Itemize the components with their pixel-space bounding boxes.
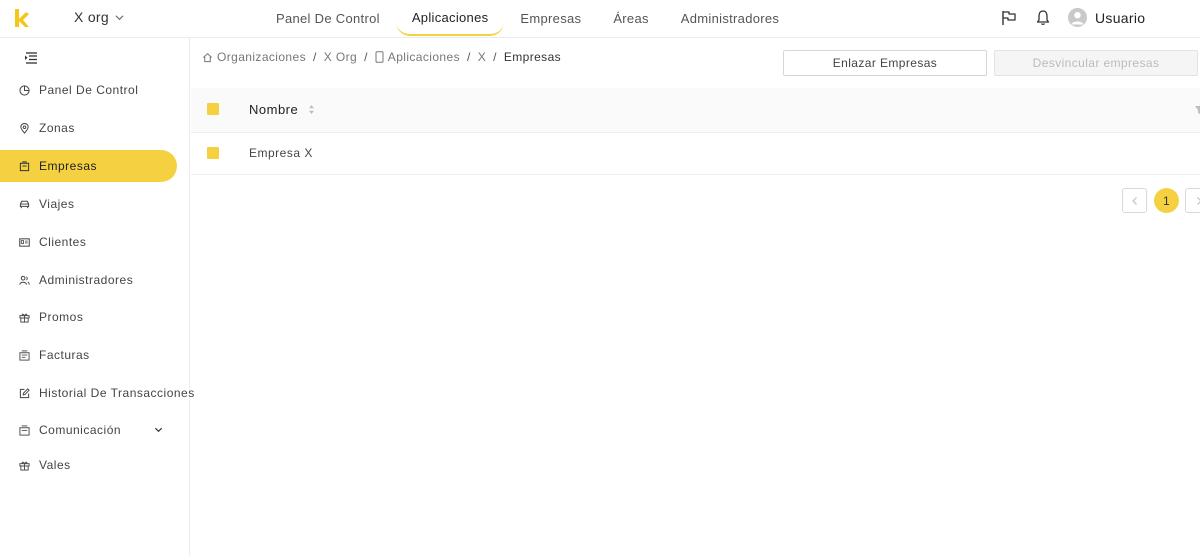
next-page-button[interactable] — [1185, 188, 1200, 213]
breadcrumb-org[interactable]: X Org — [324, 50, 357, 64]
org-switcher[interactable]: X org — [74, 9, 124, 25]
breadcrumb-aplicaciones[interactable]: Aplicaciones — [375, 50, 460, 64]
nav-aplicaciones[interactable]: Aplicaciones — [395, 0, 505, 36]
user-menu[interactable]: Usuario — [1068, 8, 1145, 27]
sidebar-item-facturas[interactable]: Facturas — [0, 339, 177, 371]
breadcrumb-current: Empresas — [503, 50, 562, 64]
select-all-checkbox[interactable] — [207, 103, 219, 115]
company-name-cell: Empresa X — [249, 146, 313, 160]
chevron-down-icon[interactable] — [154, 426, 163, 434]
column-header-nombre[interactable]: Nombre — [249, 102, 315, 117]
sidebar-item-label: Panel De Control — [39, 83, 139, 97]
link-companies-button[interactable]: Enlazar Empresas — [783, 50, 987, 76]
bell-icon[interactable] — [1034, 9, 1052, 27]
nav-areas[interactable]: Áreas — [597, 0, 664, 36]
sidebar-item-label: Empresas — [39, 159, 98, 173]
logo-icon[interactable] — [14, 8, 30, 28]
id-card-icon — [19, 237, 30, 247]
sidebar-item-comunicacion[interactable]: Comunicación — [0, 414, 177, 446]
breadcrumb-separator: / — [493, 50, 497, 64]
sidebar-item-clientes[interactable]: Clientes — [0, 226, 177, 258]
sidebar-item-label: Facturas — [39, 348, 90, 362]
message-icon — [19, 424, 30, 436]
flag-icon[interactable] — [1000, 9, 1018, 27]
sidebar-item-promos[interactable]: Promos — [0, 301, 177, 333]
row-checkbox[interactable] — [207, 147, 219, 159]
users-icon — [19, 275, 30, 285]
breadcrumb-separator: / — [466, 50, 471, 64]
invoice-icon — [19, 349, 30, 361]
sidebar-item-administradores[interactable]: Administradores — [0, 264, 177, 296]
avatar — [1068, 8, 1087, 27]
top-bar: X org Panel De Control Aplicaciones Empr… — [0, 0, 1200, 38]
nav-empresas[interactable]: Empresas — [504, 0, 597, 36]
filter-icon[interactable] — [1195, 106, 1200, 114]
sidebar: Panel De Control Zonas Empresas Viajes C… — [0, 38, 194, 556]
sidebar-item-label: Promos — [39, 310, 84, 324]
table-header: Nombre — [191, 88, 1200, 133]
chevron-left-icon — [1131, 196, 1137, 205]
unlink-companies-button[interactable]: Desvincular empresas — [994, 50, 1198, 76]
breadcrumb-organizaciones[interactable]: Organizaciones — [202, 50, 306, 64]
user-icon — [1071, 12, 1084, 25]
car-icon — [19, 200, 30, 208]
table-row[interactable]: Empresa X — [191, 133, 1200, 175]
menu-collapse-icon[interactable] — [24, 52, 38, 64]
sidebar-item-panel-de-control[interactable]: Panel De Control — [0, 74, 177, 106]
pie-chart-icon — [19, 84, 30, 96]
org-name: X org — [74, 9, 109, 25]
user-name: Usuario — [1095, 9, 1146, 26]
nav-panel-de-control[interactable]: Panel De Control — [260, 0, 396, 36]
sidebar-item-label: Administradores — [39, 273, 134, 287]
sidebar-item-label: Clientes — [39, 235, 87, 249]
sidebar-item-label: Viajes — [39, 197, 75, 211]
sidebar-item-historial-de-transacciones[interactable]: Historial De Transacciones — [0, 377, 194, 409]
mobile-icon — [375, 51, 384, 63]
sidebar-item-label: Vales — [39, 458, 71, 472]
top-navigation: Panel De Control Aplicaciones Empresas Á… — [260, 0, 795, 38]
chevron-right-icon — [1197, 196, 1200, 205]
chevron-down-icon — [115, 14, 124, 20]
previous-page-button[interactable] — [1122, 188, 1147, 213]
nav-administradores[interactable]: Administradores — [665, 0, 795, 36]
sidebar-item-vales[interactable]: Vales — [0, 449, 177, 481]
breadcrumb: Organizaciones / X Org / Aplicaciones / … — [202, 50, 561, 64]
building-icon — [19, 160, 30, 171]
page-number-button[interactable]: 1 — [1154, 188, 1179, 213]
sidebar-item-empresas[interactable]: Empresas — [0, 150, 177, 182]
gift-icon — [19, 313, 30, 323]
edit-icon — [19, 387, 30, 398]
sidebar-item-label: Historial De Transacciones — [39, 386, 195, 400]
home-icon — [203, 52, 212, 62]
companies-table: Nombre Empresa X — [191, 88, 1200, 175]
sidebar-item-label: Comunicación — [39, 423, 122, 437]
breadcrumb-app[interactable]: X — [478, 50, 486, 64]
sidebar-item-zonas[interactable]: Zonas — [0, 112, 177, 144]
gift-icon — [19, 461, 30, 471]
sidebar-item-viajes[interactable]: Viajes — [0, 188, 177, 220]
location-pin-icon — [20, 122, 29, 134]
sort-icon[interactable] — [308, 104, 315, 115]
breadcrumb-separator: / — [364, 50, 368, 64]
breadcrumb-separator: / — [312, 50, 317, 64]
sidebar-item-label: Zonas — [39, 121, 75, 135]
